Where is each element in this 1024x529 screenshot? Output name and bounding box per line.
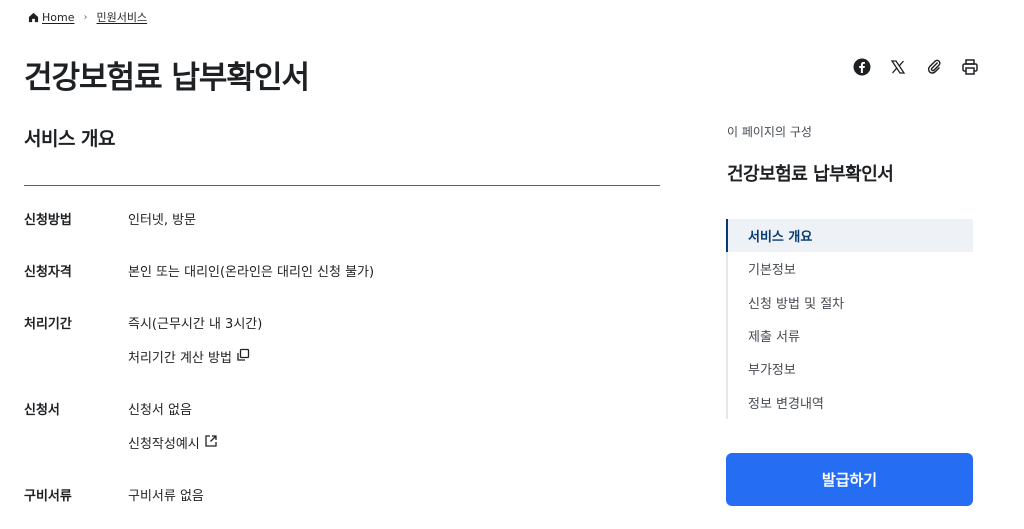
chevron-right-icon: › [83,11,88,23]
processing-time-calc-link[interactable]: 처리기간 계산 방법 [128,347,250,366]
toc-nav: 서비스 개요 기본정보 신청 방법 및 절차 제출 서류 부가정보 정보 변경내… [726,219,973,419]
copy-icon [236,348,250,366]
section-divider [24,185,660,186]
print-icon[interactable] [960,57,980,77]
home-icon [28,12,39,23]
toc-title: 건강보험료 납부확인서 [727,164,894,185]
row-label: 처리기간 [24,317,72,332]
link-label: 신청작성예시 [128,437,200,452]
row-value: 인터넷, 방문 [128,213,197,228]
toc-item-overview[interactable]: 서비스 개요 [726,219,973,253]
breadcrumb-home-link[interactable]: Home [42,11,74,24]
section-title-overview: 서비스 개요 [24,128,116,150]
toc-caption: 이 페이지의 구성 [727,125,812,139]
toc-item-additional-info[interactable]: 부가정보 [728,352,973,385]
row-value: 즉시(근무시간 내 3시간) [128,317,263,332]
application-example-link[interactable]: 신청작성예시 [128,433,218,452]
toc-item-method-procedure[interactable]: 신청 방법 및 절차 [728,286,973,319]
row-label: 신청방법 [24,213,72,228]
row-label: 구비서류 [24,489,72,504]
row-value: 본인 또는 대리인(온라인은 대리인 신청 불가) [128,265,375,280]
toc-item-basic-info[interactable]: 기본정보 [728,252,973,285]
breadcrumb: Home › 민원서비스 [28,9,147,25]
facebook-icon[interactable] [852,57,872,77]
clip-icon[interactable] [924,57,944,77]
link-label: 처리기간 계산 방법 [128,351,232,366]
issue-button[interactable]: 발급하기 [726,453,973,506]
row-value: 신청서 없음 [128,403,192,418]
share-tools [852,57,980,77]
row-value: 구비서류 없음 [128,489,204,504]
external-link-icon [204,434,218,452]
breadcrumb-current-link[interactable]: 민원서비스 [96,9,147,25]
toc-item-submission-docs[interactable]: 제출 서류 [728,319,973,352]
x-icon[interactable] [888,57,908,77]
row-label: 신청자격 [24,265,72,280]
row-label: 신청서 [24,403,60,418]
page-title: 건강보험료 납부확인서 [24,60,310,96]
toc-item-change-history[interactable]: 정보 변경내역 [728,385,973,418]
